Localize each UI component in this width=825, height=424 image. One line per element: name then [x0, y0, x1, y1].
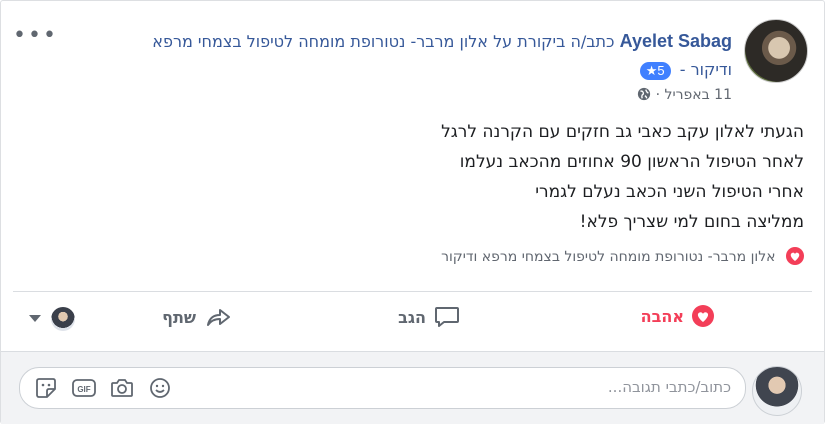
more-options-icon[interactable]: •••	[13, 25, 58, 47]
body-line: ממליצה בחום למי שצריך פלא!	[579, 212, 804, 232]
body-line: לאחר הטיפול הראשון 90 אחוזים מהכאב נעלמו	[459, 152, 804, 172]
timestamp[interactable]: 11 באפריל	[665, 87, 732, 103]
comment-button[interactable]: הגב	[398, 305, 460, 329]
svg-text:GIF: GIF	[77, 385, 90, 394]
meta-separator: ·	[655, 87, 661, 103]
comment-composer: כתוב/כתבי תגובה... GIF	[1, 351, 824, 424]
comment-placeholder: כתוב/כתבי תגובה...	[607, 378, 731, 396]
comment-label: הגב	[398, 307, 426, 327]
love-button[interactable]: אהבה	[641, 305, 714, 327]
comment-input[interactable]: כתוב/כתבי תגובה... GIF	[19, 367, 746, 409]
emoji-icon[interactable]	[148, 376, 172, 400]
review-header-text-2[interactable]: ודיקור	[691, 60, 732, 79]
heart-icon	[692, 305, 714, 327]
sticker-icon[interactable]	[34, 376, 58, 400]
post-card: ••• Ayelet Sabag כתב/ה ביקורת על אלון מר…	[0, 0, 825, 424]
author-name[interactable]: Ayelet Sabag	[620, 31, 732, 51]
share-button[interactable]: שתף	[162, 305, 232, 329]
love-label: אהבה	[640, 306, 684, 326]
reactions-summary[interactable]: אלון מרבר- נטורופת מומחה לטיפול בצמחי מר…	[441, 247, 804, 267]
share-icon	[207, 309, 230, 326]
comment-icon	[435, 307, 459, 327]
commenter-avatar[interactable]	[752, 366, 802, 416]
heart-reaction-icon	[786, 247, 804, 265]
divider	[13, 291, 812, 292]
comment-icons: GIF	[34, 376, 172, 400]
rating-badge: ★5	[639, 62, 671, 80]
gif-icon[interactable]: GIF	[72, 376, 96, 400]
share-as-avatar[interactable]	[51, 307, 75, 331]
post-meta: 11 באפריל ·	[633, 85, 732, 105]
globe-icon[interactable]	[637, 87, 651, 101]
post-body: הגעתי לאלון עקב כאבי גב חזקים עם הקרנה ל…	[441, 117, 804, 237]
reactions-text: אלון מרבר- נטורופת מומחה לטיפול בצמחי מר…	[441, 249, 776, 265]
body-line: אחרי הטיפול השני הכאב נעלם לגמרי	[535, 182, 804, 202]
share-label: שתף	[162, 307, 196, 327]
review-header-text[interactable]: כתב/ה ביקורת על אלון מרבר- נטורופת מומחה…	[152, 32, 614, 51]
rating-value: 5	[657, 63, 665, 78]
author-avatar[interactable]	[744, 19, 808, 83]
star-icon: ★	[645, 63, 658, 78]
camera-icon[interactable]	[110, 376, 134, 400]
body-line: הגעתי לאלון עקב כאבי גב חזקים עם הקרנה ל…	[441, 122, 804, 142]
chevron-down-icon[interactable]	[29, 315, 41, 322]
action-bar: אהבה הגב שתף	[13, 297, 812, 343]
post-header: Ayelet Sabag כתב/ה ביקורת על אלון מרבר- …	[152, 31, 732, 80]
